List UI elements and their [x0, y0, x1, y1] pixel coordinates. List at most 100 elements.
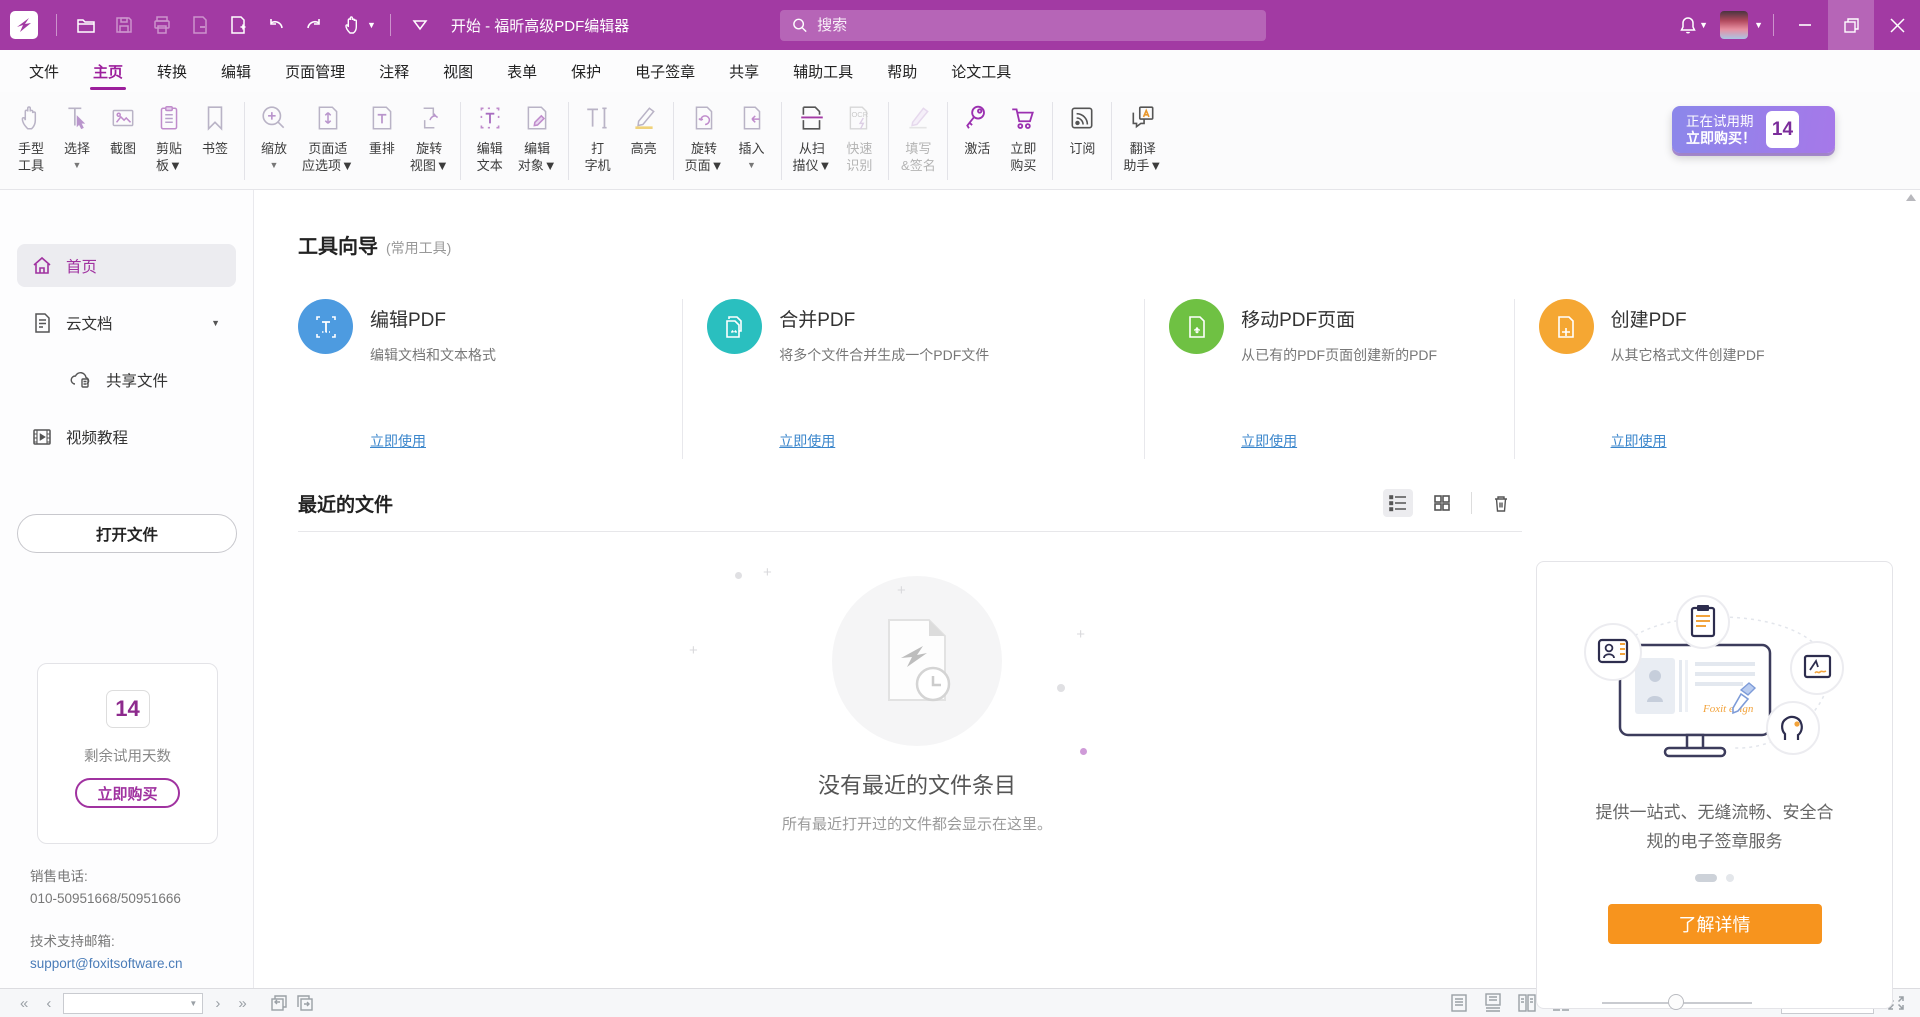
menu-view[interactable]: 视图: [426, 50, 490, 92]
clear-recent-button[interactable]: [1486, 489, 1516, 517]
use-now-link[interactable]: 立即使用: [779, 431, 835, 451]
toolbar-separator: [460, 102, 461, 180]
minimize-button[interactable]: [1782, 0, 1828, 50]
card-title: 创建PDF: [1611, 305, 1765, 332]
close-button[interactable]: [1874, 0, 1920, 50]
sales-phone-label: 销售电话:: [30, 866, 183, 888]
redo-icon[interactable]: [297, 8, 331, 42]
insert-pages-button[interactable]: 插入▼: [729, 100, 775, 174]
snapshot-button[interactable]: 截图: [100, 100, 146, 157]
edit-object-button[interactable]: 编辑对象▼: [513, 100, 562, 174]
support-email-link[interactable]: support@foxitsoftware.cn: [30, 953, 183, 975]
menu-share[interactable]: 共享: [712, 50, 776, 92]
card-merge-pdf[interactable]: 合并PDF 将多个文件合并生成一个PDF文件 立即使用: [682, 299, 1144, 459]
page-number-box[interactable]: ▼: [63, 993, 203, 1014]
sidebar-item-video-tutorials[interactable]: 视频教程: [17, 415, 236, 458]
edit-text-icon: [476, 104, 504, 132]
highlight-button[interactable]: 高亮: [621, 100, 667, 157]
bookmark-button[interactable]: 书签: [192, 100, 238, 157]
menu-form[interactable]: 表单: [490, 50, 554, 92]
edit-text-button[interactable]: 编辑文本: [467, 100, 513, 174]
menu-comment[interactable]: 注释: [362, 50, 426, 92]
carousel-dots[interactable]: [1695, 874, 1734, 882]
recent-empty-state: + + + +: [707, 576, 1127, 834]
menu-paper-tools[interactable]: 论文工具: [934, 50, 1028, 92]
zoom-tool-button[interactable]: 缩放▼: [251, 100, 297, 174]
grid-view-icon: [1432, 493, 1452, 513]
undo-icon[interactable]: [259, 8, 293, 42]
promo-text-line2: 规的电子签章服务: [1596, 827, 1834, 856]
last-page-button[interactable]: »: [232, 995, 252, 1012]
search-input[interactable]: [817, 17, 1254, 34]
esign-brand-text: Foxit eSign: [1702, 703, 1754, 715]
zoom-slider-track[interactable]: [1602, 1002, 1752, 1004]
window-title: 开始 - 福昕高级PDF编辑器: [451, 15, 629, 36]
use-now-link[interactable]: 立即使用: [1241, 431, 1297, 451]
activate-button[interactable]: 激活: [954, 100, 1000, 157]
menu-home[interactable]: 主页: [76, 50, 140, 92]
menu-esign[interactable]: 电子签章: [618, 50, 712, 92]
from-scanner-button[interactable]: 从扫描仪▼: [788, 100, 837, 174]
open-file-icon[interactable]: [69, 8, 103, 42]
user-avatar[interactable]: [1720, 11, 1748, 39]
hand-tool-caret-icon[interactable]: ▼: [367, 20, 376, 30]
buy-now-pill-button[interactable]: 立即购买: [75, 778, 179, 808]
subscribe-button[interactable]: 订阅: [1059, 100, 1105, 157]
menu-page-management[interactable]: 页面管理: [268, 50, 362, 92]
highlight-icon: [630, 104, 658, 132]
prev-page-button[interactable]: ‹: [40, 995, 57, 1012]
learn-more-button[interactable]: 了解详情: [1608, 904, 1822, 944]
trial-days-remaining: 14: [106, 690, 150, 728]
clipboard-button[interactable]: 剪贴板▼: [146, 100, 192, 174]
first-page-button[interactable]: «: [14, 995, 34, 1012]
card-move-pdf-pages[interactable]: 移动PDF页面 从已有的PDF页面创建新的PDF 立即使用: [1144, 299, 1513, 459]
menu-convert[interactable]: 转换: [140, 50, 204, 92]
translate-assistant-button[interactable]: 翻译助手▼: [1118, 100, 1167, 174]
hand-pointer-icon[interactable]: [335, 8, 369, 42]
list-view-button[interactable]: [1383, 489, 1413, 517]
rotate-view-button[interactable]: 旋转视图▼: [405, 100, 454, 174]
carousel-dot-active[interactable]: [1695, 874, 1717, 882]
sidebar-item-cloud-docs[interactable]: 云文档 ▼: [17, 301, 236, 344]
carousel-dot[interactable]: [1726, 874, 1734, 882]
typewriter-button[interactable]: 打字机: [575, 100, 621, 174]
clipboard-icon: [155, 104, 183, 132]
sidebar-item-home[interactable]: 首页: [17, 244, 236, 287]
restore-button[interactable]: [1828, 0, 1874, 50]
trial-card: 14 剩余试用天数 立即购买: [37, 663, 218, 844]
trial-days-badge: 14: [1766, 111, 1799, 148]
account-caret-icon[interactable]: ▼: [1754, 20, 1763, 30]
zoom-slider-knob[interactable]: [1668, 994, 1684, 1010]
page-box-caret-icon[interactable]: ▼: [189, 999, 197, 1008]
chevron-down-icon[interactable]: ▼: [211, 318, 220, 328]
toolbar-separator: [673, 102, 674, 180]
use-now-link[interactable]: 立即使用: [1611, 431, 1667, 451]
trial-badge[interactable]: 正在试用期 立即购买！ 14: [1672, 106, 1835, 153]
next-page-button[interactable]: ›: [209, 995, 226, 1012]
select-tool-button[interactable]: 选择▼: [54, 100, 100, 174]
hand-tool-button[interactable]: 手型工具: [8, 100, 54, 174]
menu-accessibility[interactable]: 辅助工具: [776, 50, 870, 92]
menu-file[interactable]: 文件: [12, 50, 76, 92]
previous-view-button[interactable]: [269, 994, 289, 1012]
reflow-button[interactable]: 重排: [359, 100, 405, 157]
fit-page-button[interactable]: 页面适应选项▼: [297, 100, 359, 174]
menu-edit[interactable]: 编辑: [204, 50, 268, 92]
tools-section-title: 工具向导: [298, 230, 378, 259]
add-page-icon[interactable]: [221, 8, 255, 42]
open-file-button[interactable]: 打开文件: [17, 514, 237, 553]
use-now-link[interactable]: 立即使用: [370, 431, 426, 451]
grid-view-button[interactable]: [1427, 489, 1457, 517]
sidebar-item-shared-files[interactable]: 共享文件: [17, 358, 236, 401]
collapse-toolbar-icon[interactable]: [403, 8, 437, 42]
card-create-pdf[interactable]: 创建PDF 从其它格式文件创建PDF 立即使用: [1514, 299, 1920, 459]
search-bar[interactable]: [780, 10, 1266, 41]
buy-now-button[interactable]: 立即购买: [1000, 100, 1046, 174]
notifications-caret-icon[interactable]: ▼: [1699, 20, 1708, 30]
card-edit-pdf[interactable]: 编辑PDF 编辑文档和文本格式 立即使用: [298, 299, 682, 459]
menu-protect[interactable]: 保护: [554, 50, 618, 92]
tools-section-subtitle: (常用工具): [386, 238, 451, 258]
rotate-pages-button[interactable]: 旋转页面▼: [680, 100, 729, 174]
card-title: 移动PDF页面: [1241, 305, 1437, 332]
menu-help[interactable]: 帮助: [870, 50, 934, 92]
